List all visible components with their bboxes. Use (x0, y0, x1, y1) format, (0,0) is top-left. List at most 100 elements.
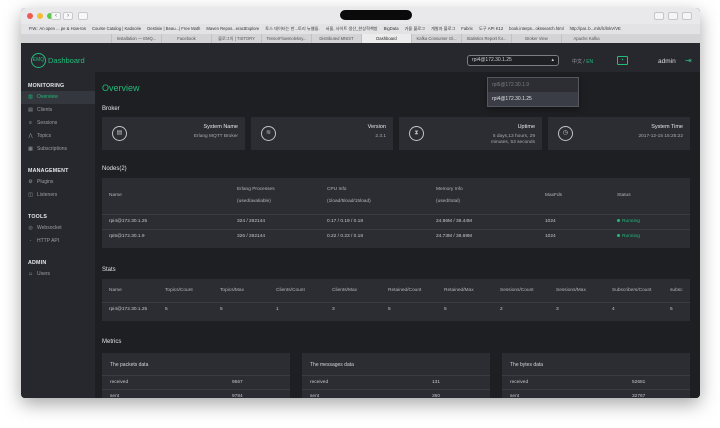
language-switch: 中文 / EN (572, 59, 594, 65)
table-row[interactable]: rpi4@172.30.1.25 324 / 262144 0.17 / 0.19 … (102, 213, 690, 229)
metric-label: received (110, 380, 129, 385)
close-window-icon[interactable] (27, 13, 33, 19)
sessions-icon: ≡ (29, 120, 32, 126)
bookmark-item[interactable]: 토스 데이터는 한...토리 뉴웹들. (265, 24, 319, 34)
browser-tab[interactable]: Distributed MNIST (311, 34, 361, 43)
bookmark-item[interactable]: 개발자 블로그 (431, 24, 455, 34)
tab-bar: Installation — EMQ... Facebook 블로그의 | TIST… (21, 34, 700, 43)
stats-cell: 5 (213, 301, 269, 317)
bookmark-item[interactable]: Fabric (461, 24, 473, 34)
lang-en[interactable]: EN (586, 59, 593, 65)
sidebar-item-label: Topics (37, 133, 52, 139)
sidebar-item-clients[interactable]: ▤ Clients (21, 104, 95, 117)
share-icon[interactable] (654, 12, 664, 20)
browser-tab[interactable]: Dashboard (361, 34, 411, 43)
metrics-panel-title: The messages data (310, 362, 354, 368)
sidebar: MONITORING ▥ Overview ▤ Clients ≡ Sessions ⋀ Top… (21, 72, 95, 398)
broker-card-value: 2.3.1 (375, 134, 386, 139)
bookmark-item[interactable]: 가을 블로그 (405, 24, 425, 34)
browser-tab[interactable]: Broker View (511, 34, 561, 43)
browser-tab[interactable]: Kafka Consumer Gl... (411, 34, 461, 43)
browser-tab[interactable]: Installation — EMQ... (111, 34, 161, 43)
bookmark-item[interactable]: Maven Repos...eractExplore (206, 24, 259, 34)
table-row[interactable]: rpi4@172.30.1.25 5 5 1 3 5 5 2 3 4 5 (102, 301, 690, 317)
browser-tab[interactable]: TensorFlowmoleksy... (261, 34, 311, 43)
stats-column-header: Retained/Count (388, 287, 422, 293)
metrics-panel: The packets data received 9567 sent 9784 (102, 353, 290, 398)
node-option[interactable]: rpi5@172.30.1.9 (488, 78, 578, 92)
stats-column-header: Retained/Max (444, 287, 474, 293)
nodes-cell: 324 / 262144 (230, 213, 320, 229)
nodes-column-header: MaxFds (545, 192, 563, 198)
new-tab-icon[interactable] (682, 12, 692, 20)
minimize-window-icon[interactable] (37, 13, 43, 19)
bookmark-item[interactable]: http://par..b...mls/lc/lnkV/VE (570, 24, 621, 34)
browser-tab[interactable]: Facebook (161, 34, 211, 43)
logout-icon[interactable]: ⇥ (685, 56, 693, 65)
sidebar-toggle-button[interactable] (78, 12, 88, 20)
broker-card-label: System Time (651, 124, 683, 130)
bookmark-item[interactable]: P.W.: An open ... pe & How-tos (29, 24, 86, 34)
sidebar-item-sessions[interactable]: ≡ Sessions (21, 117, 95, 130)
sidebar-item-listeners[interactable]: ◫ Listeners (21, 189, 95, 202)
nodes-column-header: Name (109, 192, 122, 198)
sidebar-item-plugins[interactable]: ⚙ Plugins (21, 176, 95, 189)
metric-value: 131 (432, 380, 441, 385)
address-bar[interactable] (340, 10, 412, 20)
lang-zh[interactable]: 中文 (572, 59, 582, 65)
metrics-section-title: Metrics (102, 339, 122, 345)
nodes-cell: rpi4@172.30.1.25 (102, 213, 230, 229)
metric-value: 9784 (232, 394, 243, 398)
table-row[interactable]: rpi5@172.30.1.9 326 / 262144 0.22 / 0.23 /… (102, 228, 690, 244)
browser-tab[interactable]: 블로그의 | TISTORY (211, 34, 261, 43)
stats-column-header: Clients/Max (332, 287, 358, 293)
forward-button[interactable]: › (63, 12, 73, 20)
bookmark-item[interactable]: 도구 API K12 (479, 24, 503, 34)
page-title: Overview (102, 83, 140, 93)
stats-cell: 4 (605, 301, 663, 317)
bookmark-item[interactable]: book.interps...okssearch.html (509, 24, 563, 34)
stats-column-header: Topics/Count (165, 287, 193, 293)
bookmark-item[interactable]: Course Catalog | Kadoorie (92, 24, 141, 34)
sidebar-item-label: Users (37, 271, 51, 277)
sidebar-item-overview[interactable]: ▥ Overview (21, 91, 95, 104)
stats-cell: 5 (381, 301, 437, 317)
nodes-section-title: Nodes(2) (102, 166, 127, 172)
nodes-cell: rpi5@172.30.1.9 (102, 228, 230, 244)
broker-section-title: Broker (102, 106, 120, 112)
metrics-panel: The bytes data received 52681 sent 32767 (502, 353, 690, 398)
status-text: Running (622, 219, 640, 224)
bookmark-item[interactable]: Destinie | Beau...| Free Math (147, 24, 200, 34)
clock-icon: ◷ (558, 126, 573, 141)
document-icon: ▤ (112, 126, 127, 141)
stats-cell: rpi4@172.30.1.25 (102, 301, 158, 317)
sidebar-item-users[interactable]: ☺ Users (21, 268, 95, 281)
status-text: Running (622, 234, 640, 240)
sidebar-item-topics[interactable]: ⋀ Topics (21, 130, 95, 143)
metrics-row: received 9567 (102, 375, 290, 389)
stats-column-header: Sessions/Max (556, 287, 586, 293)
sidebar-item-subscriptions[interactable]: ▦ Subscriptions (21, 143, 95, 156)
sidebar-item-label: Overview (37, 94, 58, 100)
tabs-overview-icon[interactable] (668, 12, 678, 20)
nodes-table: Name Erlang Processes (used/avaliable) CPU… (102, 178, 690, 244)
node-select[interactable]: rpi4@172.30.1.25 ▴ (467, 55, 559, 66)
bookmarks-bar: P.W.: An open ... pe & How-tos Course Cat… (21, 24, 700, 34)
listeners-icon: ◫ (28, 192, 33, 198)
back-button[interactable]: ‹ (51, 12, 61, 20)
sidebar-item-label: HTTP API (37, 238, 60, 244)
sidebar-item-label: Sessions (37, 120, 58, 126)
database-icon[interactable]: ▪ (617, 56, 628, 65)
bookmark-item[interactable]: BigData (384, 24, 399, 34)
broker-card-label: Version (367, 124, 386, 130)
metric-value: 9567 (232, 380, 243, 385)
metric-label: sent (310, 394, 320, 398)
bookmark-item[interactable]: 서울, 사이트 생산_한상혁책방 (326, 24, 378, 34)
sidebar-item-http-api[interactable]: ◦ HTTP API (21, 235, 95, 248)
nodes-cell: 0.22 / 0.23 / 0.18 (320, 228, 429, 244)
sidebar-item-websocket[interactable]: ◎ Websocket (21, 222, 95, 235)
stats-table: Name Topics/Count Topics/Max Clients/Count C… (102, 279, 690, 317)
browser-tab[interactable]: Statistics Report for... (461, 34, 511, 43)
browser-tab[interactable]: Apache Kafka (561, 34, 611, 43)
node-option[interactable]: rpi4@172.30.1.25 (488, 92, 578, 106)
